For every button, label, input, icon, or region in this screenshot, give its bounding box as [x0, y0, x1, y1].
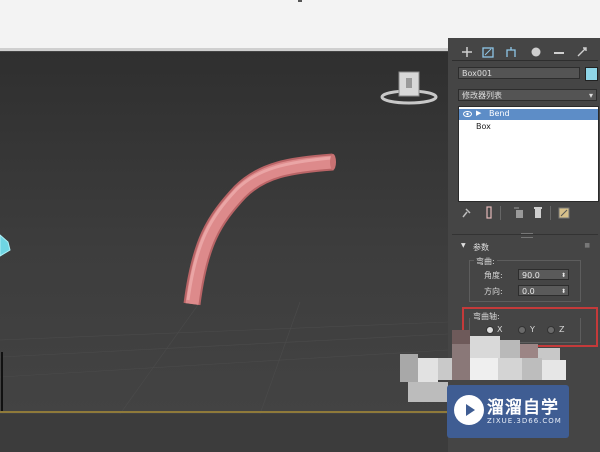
object-color-swatch[interactable]: [585, 67, 598, 81]
direction-label: 方向:: [484, 287, 503, 296]
top-edge-mark: [298, 0, 302, 2]
configure-modifier-sets-icon[interactable]: [558, 207, 570, 219]
viewcube[interactable]: [380, 66, 438, 108]
collapse-arrow-icon: ▼: [461, 242, 466, 249]
spinner-arrows-icon[interactable]: ⬍: [561, 270, 566, 281]
angle-spinner[interactable]: 90.0 ⬍: [518, 269, 569, 280]
show-end-result-icon[interactable]: [485, 206, 493, 219]
parameters-rollout-header[interactable]: ▼ 参数 ■: [461, 242, 596, 253]
object-name-text: Box001: [462, 69, 493, 78]
modifier-list-label: 修改器列表: [462, 91, 502, 100]
direction-value: 0.0: [522, 287, 535, 296]
watermark-logo: 溜溜自学 ZIXUE.3D66.COM: [447, 385, 569, 438]
bent-tube-object[interactable]: [183, 153, 336, 306]
remove-modifier-icon[interactable]: [533, 206, 543, 219]
watermark-brand: 溜溜自学: [487, 398, 559, 418]
eye-icon[interactable]: [463, 109, 472, 121]
modifier-list-dropdown[interactable]: 修改器列表 ▾: [458, 89, 597, 101]
make-unique-icon[interactable]: [513, 207, 525, 219]
expand-arrow-icon[interactable]: ▶: [476, 109, 481, 117]
utilities-tab-icon[interactable]: [576, 46, 588, 58]
viewcube-icon: [380, 71, 438, 105]
angle-value: 90.0: [522, 271, 540, 280]
modifier-stack-list[interactable]: ▶ Bend Box: [458, 106, 599, 202]
object-name-field[interactable]: Box001: [458, 67, 580, 79]
create-tab-icon[interactable]: [461, 46, 473, 58]
bend-group-label: 弯曲:: [474, 256, 497, 267]
toolbar-separator: [500, 206, 501, 220]
play-logo-icon: [454, 395, 484, 425]
stack-item-label: Box: [476, 122, 491, 131]
pin-stack-icon[interactable]: [461, 207, 471, 219]
modify-tab-icon[interactable]: [482, 46, 494, 58]
dropdown-arrow-icon: ▾: [588, 91, 593, 100]
angle-label: 角度:: [484, 271, 503, 280]
display-tab-icon[interactable]: [553, 46, 565, 58]
tab-divider: [452, 60, 598, 61]
direction-spinner[interactable]: 0.0 ⬍: [518, 285, 569, 296]
spinner-arrows-icon[interactable]: ⬍: [561, 286, 566, 297]
toolbar-separator: [550, 206, 551, 220]
stack-item-box[interactable]: Box: [459, 122, 598, 133]
divider-grip[interactable]: [521, 233, 533, 238]
home-grid: [0, 301, 448, 414]
stack-item-bend[interactable]: ▶ Bend: [459, 109, 598, 120]
bottom-status-strip: [0, 414, 448, 452]
viewport-active-border: [0, 411, 448, 413]
stack-item-label: Bend: [489, 109, 510, 118]
hierarchy-tab-icon[interactable]: [505, 46, 517, 58]
rollout-title: 参数: [473, 243, 489, 252]
selected-box-fragment[interactable]: [0, 234, 11, 257]
rollout-options-icon: ■: [584, 242, 590, 249]
watermark-url: ZIXUE.3D66.COM: [487, 417, 562, 425]
motion-tab-icon[interactable]: [530, 46, 542, 58]
